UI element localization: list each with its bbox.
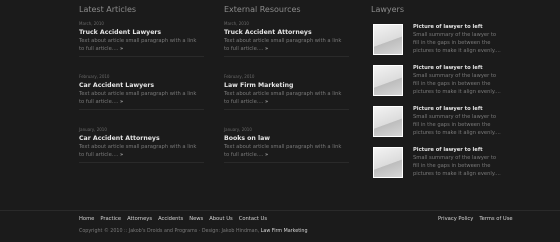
resource-title-link[interactable]: Truck Accident Attorneys	[224, 28, 354, 37]
external-resources-heading: External Resources	[224, 5, 301, 14]
article-title-link[interactable]: Truck Accident Lawyers	[79, 28, 209, 37]
read-more-link[interactable]: »	[265, 152, 268, 158]
lawyer-info: Picture of lawyer to left Small summary …	[413, 23, 503, 55]
article-excerpt-text: Text about article small paragraph with …	[79, 38, 197, 52]
copyright-notice: Copyright © 2010 :: Jakob's Droids and P…	[79, 229, 308, 234]
resource-excerpt: Text about article small paragraph with …	[224, 143, 344, 159]
resource-excerpt-text: Text about article small paragraph with …	[224, 38, 342, 52]
resource-title-link[interactable]: Books on law	[224, 134, 354, 143]
lawyers-heading: Lawyers	[371, 5, 405, 14]
article-excerpt-text: Text about article small paragraph with …	[79, 91, 197, 105]
divider	[224, 162, 349, 163]
article-date: February, 2010	[79, 74, 110, 79]
footer-link-contact-us[interactable]: Contact Us	[239, 216, 267, 222]
footer-legal-nav: Privacy Policy Terms of Use	[438, 216, 513, 222]
article-excerpt-text: Text about article small paragraph with …	[79, 144, 197, 158]
lawyer-photo[interactable]	[373, 147, 403, 178]
lawyer-name-link[interactable]: Picture of lawyer to left	[413, 23, 503, 31]
lawyer-name-link[interactable]: Picture of lawyer to left	[413, 64, 503, 72]
lawyers-column: Lawyers Picture of lawyer to left Small …	[371, 0, 501, 184]
resource-date: February, 2010	[224, 74, 255, 79]
read-more-link[interactable]: »	[265, 46, 268, 52]
read-more-link[interactable]: »	[265, 99, 268, 105]
latest-articles-heading: Latest Articles	[79, 5, 137, 14]
read-more-link[interactable]: »	[120, 99, 123, 105]
footer-nav: Home Practice Attorneys Accidents News A…	[79, 216, 267, 222]
lawyer-info: Picture of lawyer to left Small summary …	[413, 146, 503, 178]
divider	[79, 109, 204, 110]
lawyer-summary: Small summary of the lawyer to fill in t…	[413, 73, 501, 95]
footer-link-privacy-policy[interactable]: Privacy Policy	[438, 216, 473, 222]
article-item: March, 2010 Truck Accident Lawyers Text …	[79, 20, 209, 71]
lawyer-photo[interactable]	[373, 24, 403, 55]
divider	[79, 162, 204, 163]
resource-title-link[interactable]: Law Firm Marketing	[224, 81, 354, 90]
footer-link-home[interactable]: Home	[79, 216, 94, 222]
resource-item: February, 2010 Law Firm Marketing Text a…	[224, 73, 354, 124]
lawyer-summary: Small summary of the lawyer to fill in t…	[413, 155, 501, 177]
lawyer-name-link[interactable]: Picture of lawyer to left	[413, 146, 503, 154]
lawyer-card: Picture of lawyer to left Small summary …	[371, 143, 501, 184]
lawyer-summary: Small summary of the lawyer to fill in t…	[413, 114, 501, 136]
external-resources-column: External Resources March, 2010 Truck Acc…	[224, 0, 354, 177]
footer-link-attorneys[interactable]: Attorneys	[127, 216, 152, 222]
footer-link-news[interactable]: News	[189, 216, 203, 222]
lawyer-card: Picture of lawyer to left Small summary …	[371, 20, 501, 61]
lawyer-photo[interactable]	[373, 65, 403, 96]
resource-item: January, 2010 Books on law Text about ar…	[224, 126, 354, 177]
lawyer-info: Picture of lawyer to left Small summary …	[413, 64, 503, 96]
article-date: March, 2010	[79, 21, 104, 26]
article-title-link[interactable]: Car Accident Lawyers	[79, 81, 209, 90]
article-item: February, 2010 Car Accident Lawyers Text…	[79, 73, 209, 124]
article-excerpt: Text about article small paragraph with …	[79, 90, 199, 106]
footer-divider	[0, 210, 560, 211]
resource-excerpt-text: Text about article small paragraph with …	[224, 144, 342, 158]
copyright-text: Copyright © 2010 :: Jakob's Droids and P…	[79, 229, 260, 234]
latest-articles-column: Latest Articles March, 2010 Truck Accide…	[79, 0, 209, 177]
divider	[224, 109, 349, 110]
article-item: January, 2010 Car Accident Attorneys Tex…	[79, 126, 209, 177]
lawyer-summary: Small summary of the lawyer to fill in t…	[413, 32, 501, 54]
footer-link-accidents[interactable]: Accidents	[158, 216, 183, 222]
lawyer-name-link[interactable]: Picture of lawyer to left	[413, 105, 503, 113]
resource-excerpt-text: Text about article small paragraph with …	[224, 91, 342, 105]
footer-link-terms-of-use[interactable]: Terms of Use	[479, 216, 512, 222]
divider	[224, 56, 349, 57]
footer-link-practice[interactable]: Practice	[100, 216, 121, 222]
article-excerpt: Text about article small paragraph with …	[79, 37, 199, 53]
law-firm-marketing-link[interactable]: Law Firm Marketing	[261, 229, 308, 234]
article-excerpt: Text about article small paragraph with …	[79, 143, 199, 159]
read-more-link[interactable]: »	[120, 152, 123, 158]
divider	[79, 56, 204, 57]
article-title-link[interactable]: Car Accident Attorneys	[79, 134, 209, 143]
footer-link-about-us[interactable]: About Us	[209, 216, 233, 222]
resource-item: March, 2010 Truck Accident Attorneys Tex…	[224, 20, 354, 71]
resource-excerpt: Text about article small paragraph with …	[224, 37, 344, 53]
article-date: January, 2010	[79, 127, 107, 132]
lawyer-card: Picture of lawyer to left Small summary …	[371, 61, 501, 102]
lawyer-card: Picture of lawyer to left Small summary …	[371, 102, 501, 143]
resource-excerpt: Text about article small paragraph with …	[224, 90, 344, 106]
resource-date: January, 2010	[224, 127, 252, 132]
lawyer-info: Picture of lawyer to left Small summary …	[413, 105, 503, 137]
resource-date: March, 2010	[224, 21, 249, 26]
read-more-link[interactable]: »	[120, 46, 123, 52]
lawyer-photo[interactable]	[373, 106, 403, 137]
